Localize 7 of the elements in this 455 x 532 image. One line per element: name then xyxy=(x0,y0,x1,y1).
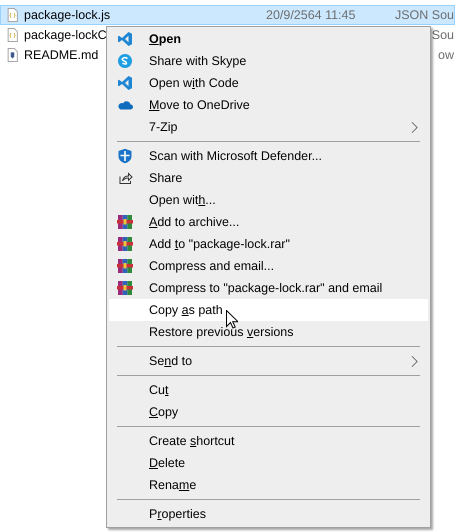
file-type: ow xyxy=(438,48,454,62)
file-name: package-lock.js xyxy=(24,8,110,22)
file-type: Sou xyxy=(432,28,454,42)
file-type: JSON Sou xyxy=(394,8,454,22)
file-name: README.md xyxy=(24,48,98,62)
file-date: 20/9/2564 11:45 xyxy=(266,8,356,22)
file-name: package-lockC xyxy=(24,28,107,42)
